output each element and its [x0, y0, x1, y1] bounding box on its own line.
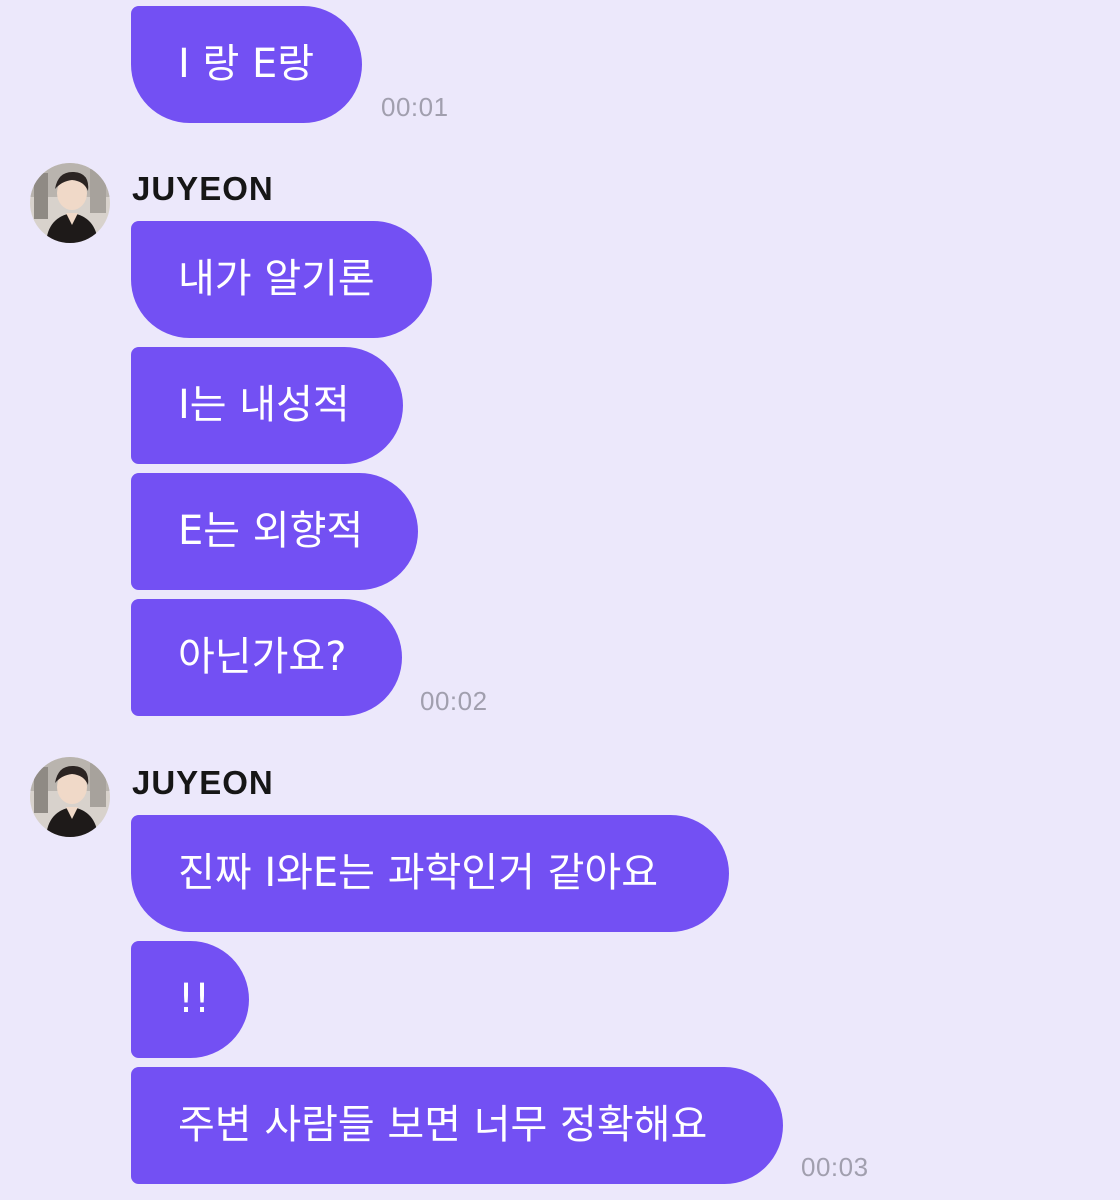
- message-text: I는 내성적: [178, 382, 350, 428]
- message-text: 주변 사람들 보면 너무 정확해요: [178, 1102, 708, 1148]
- profile-photo-icon: [30, 757, 110, 837]
- message-text: 아닌가요?: [178, 634, 347, 680]
- message-text: I 랑 E랑: [178, 41, 315, 87]
- avatar[interactable]: [30, 163, 110, 243]
- message-bubble[interactable]: !!: [131, 941, 249, 1058]
- message-bubble[interactable]: 아닌가요?: [131, 599, 402, 716]
- message-bubble[interactable]: I는 내성적: [131, 347, 403, 464]
- timestamp: 00:03: [801, 1152, 869, 1182]
- message-bubble[interactable]: 주변 사람들 보면 너무 정확해요: [131, 1067, 783, 1184]
- sender-name: JUYEON: [132, 764, 274, 801]
- message-bubble[interactable]: I 랑 E랑: [131, 6, 362, 123]
- message-text: !!: [178, 976, 211, 1022]
- message-text: 진짜 I와E는 과학인거 같아요: [178, 850, 659, 896]
- message-bubble[interactable]: 진짜 I와E는 과학인거 같아요: [131, 815, 729, 932]
- timestamp: 00:02: [420, 686, 488, 716]
- sender-name: JUYEON: [132, 170, 274, 207]
- message-bubble[interactable]: E는 외향적: [131, 473, 418, 590]
- timestamp: 00:01: [381, 92, 449, 122]
- message-text: E는 외향적: [178, 508, 364, 554]
- avatar[interactable]: [30, 757, 110, 837]
- message-bubble[interactable]: 내가 알기론: [131, 221, 432, 338]
- profile-photo-icon: [30, 163, 110, 243]
- message-text: 내가 알기론: [178, 256, 375, 302]
